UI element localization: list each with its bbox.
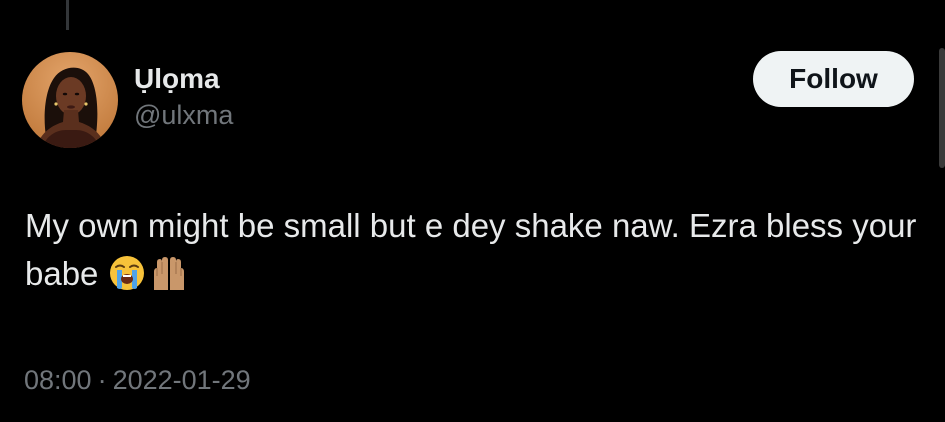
user-info: Ụlọma @ulxma bbox=[134, 62, 233, 132]
display-name[interactable]: Ụlọma bbox=[134, 62, 233, 96]
tweet-time: 08:00 bbox=[24, 365, 92, 395]
thread-connector-line bbox=[66, 0, 69, 30]
follow-button[interactable]: Follow bbox=[753, 51, 914, 107]
raising-hands-medium-skin-icon bbox=[150, 254, 188, 292]
avatar[interactable] bbox=[22, 52, 118, 148]
tweet-timestamp[interactable]: 08:00 · 2022-01-29 bbox=[24, 363, 251, 397]
avatar-photo bbox=[22, 52, 118, 148]
scrollbar[interactable] bbox=[939, 48, 945, 168]
loudly-crying-face-icon bbox=[108, 254, 146, 292]
tweet-date: 2022-01-29 bbox=[112, 365, 251, 395]
timestamp-separator: · bbox=[97, 365, 107, 395]
user-handle[interactable]: @ulxma bbox=[134, 98, 233, 132]
tweet-text: My own might be small but e dey shake na… bbox=[25, 202, 930, 298]
